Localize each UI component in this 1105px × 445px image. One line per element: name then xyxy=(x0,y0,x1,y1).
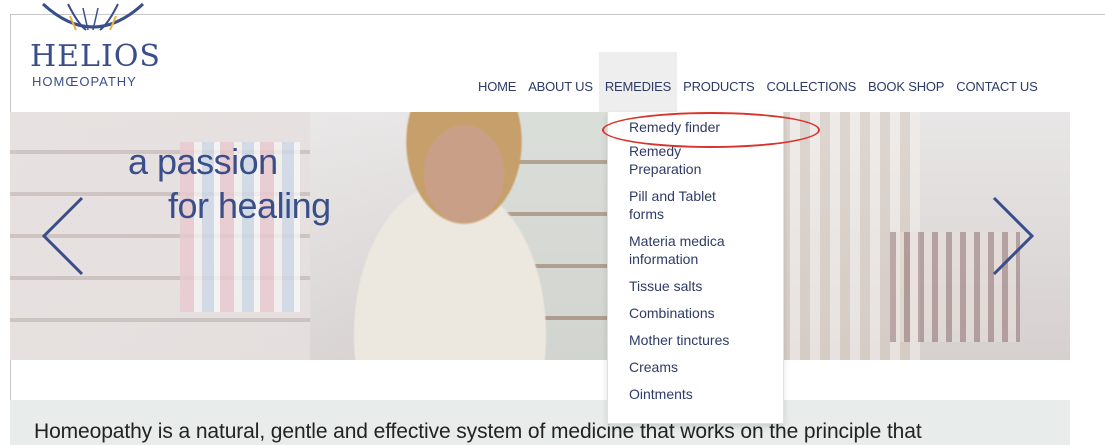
intro-text: Homeopathy is a natural, gentle and effe… xyxy=(34,420,922,443)
nav-contact-us[interactable]: CONTACT US xyxy=(950,52,1043,112)
menu-item-pill-and-tablet-forms[interactable]: Pill and Tablet forms xyxy=(608,187,743,223)
chevron-left-icon[interactable] xyxy=(40,196,86,276)
remedies-dropdown: Remedy finder Remedy Preparation Pill an… xyxy=(607,112,784,424)
nav-book-shop[interactable]: BOOK SHOP xyxy=(862,52,950,112)
menu-item-materia-medica-information[interactable]: Materia medica information xyxy=(608,232,749,268)
chevron-right-icon[interactable] xyxy=(990,196,1036,276)
menu-item-remedy-preparation[interactable]: Remedy Preparation xyxy=(608,142,719,178)
menu-item-creams[interactable]: Creams xyxy=(608,358,783,376)
menu-item-remedy-finder[interactable]: Remedy finder xyxy=(608,118,783,136)
hero-photo-customer xyxy=(310,112,590,360)
nav-products[interactable]: PRODUCTS xyxy=(677,52,760,112)
nav-home[interactable]: HOME xyxy=(472,52,522,112)
site-logo[interactable]: HELIOS HOMŒOPATHY xyxy=(30,2,190,104)
hero-tagline-line2: for healing xyxy=(168,185,331,226)
nav-about-us[interactable]: ABOUT US xyxy=(522,52,599,112)
nav-remedies[interactable]: REMEDIES xyxy=(598,52,678,112)
intro-band: Homeopathy is a natural, gentle and effe… xyxy=(10,400,1070,445)
main-nav: HOME ABOUT US REMEDIES PRODUCTS COLLECTI… xyxy=(472,52,1044,112)
sun-emblem-icon xyxy=(41,2,145,31)
menu-item-tissue-salts[interactable]: Tissue salts xyxy=(608,277,783,295)
logo-subline: HOMŒOPATHY xyxy=(32,74,137,89)
hero-tagline-line1: a passion xyxy=(128,141,278,182)
nav-collections[interactable]: COLLECTIONS xyxy=(761,52,863,112)
menu-item-combinations[interactable]: Combinations xyxy=(608,304,783,322)
menu-item-mother-tinctures[interactable]: Mother tinctures xyxy=(608,331,783,349)
logo-wordmark: HELIOS xyxy=(30,39,161,74)
menu-item-ointments[interactable]: Ointments xyxy=(608,385,783,403)
